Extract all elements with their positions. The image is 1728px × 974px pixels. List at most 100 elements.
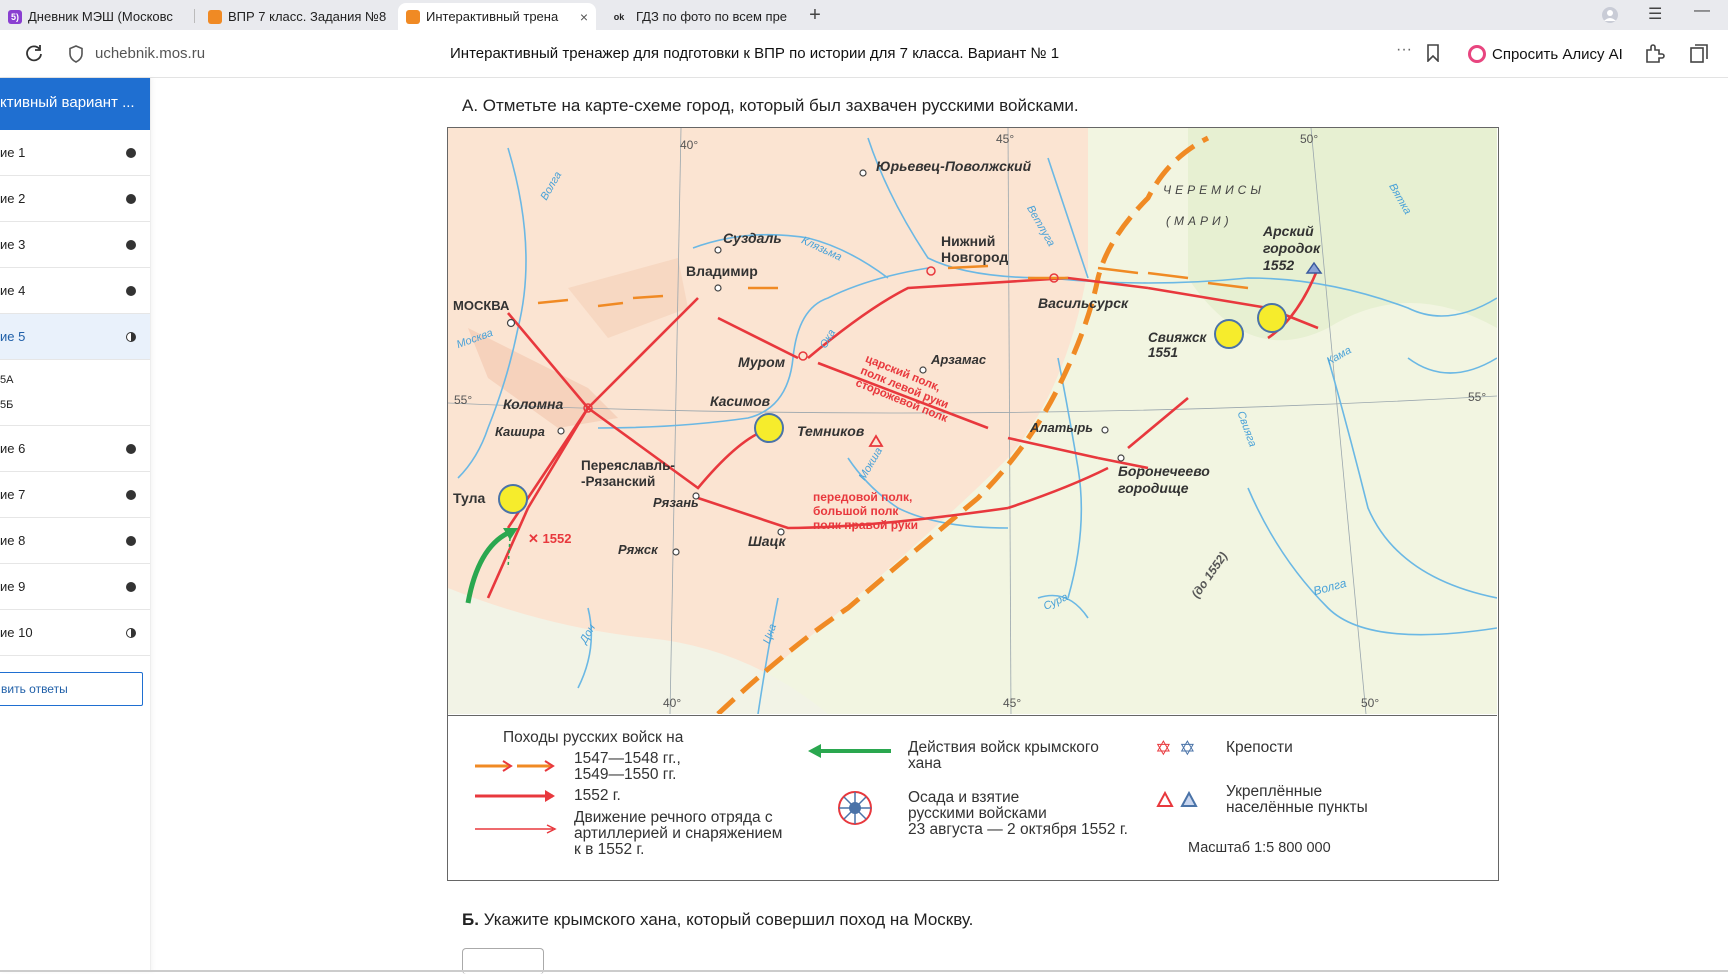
shield-icon[interactable] (68, 45, 84, 68)
sidebar-item-label: ие 9 (0, 579, 26, 594)
extensions-icon[interactable] (1643, 42, 1665, 69)
legend-fortress-icon: ✡ ✡ (1155, 738, 1196, 760)
map-label-yuryevets: Юрьевец-Поволжский (876, 158, 1032, 174)
svg-text:✡: ✡ (1155, 738, 1172, 760)
ask-alice-label: Спросить Алису AI (1492, 45, 1623, 63)
question-b-prefix: Б. (462, 910, 479, 929)
map-scheme: МОСКВА Коломна Кашира Тула Переяславль- … (447, 127, 1499, 881)
legend-green-arrow-icon (808, 744, 891, 758)
sidebar-header[interactable]: ктивный вариант ... (0, 78, 150, 130)
grid-label-40-top: 40° (680, 138, 699, 152)
sidebar-item-label: ие 10 (0, 625, 33, 640)
url-host[interactable]: uchebnik.mos.ru (95, 45, 205, 62)
map-label-alatyr: Алатырь (1030, 420, 1094, 435)
sidebar-item-task-9[interactable]: ие 9 (0, 564, 150, 610)
map-legend: Походы русских войск на 1547—1548 гг., 1… (448, 715, 1497, 879)
sidebar-item-task-2[interactable]: ие 2 (0, 176, 150, 222)
map-label-regiments-2: передовой полк, большой полк полк правой… (813, 490, 918, 532)
tab-interactive-trainer[interactable]: Интерактивный трена × (398, 3, 596, 30)
map-label-arzamas: Арзамас (931, 352, 987, 367)
sidebar-item-task-4[interactable]: ие 4 (0, 268, 150, 314)
status-dot-icon (126, 490, 136, 500)
grid-label-50-top: 50° (1300, 132, 1319, 146)
address-bar: uchebnik.mos.ru Интерактивный тренажер д… (0, 30, 1728, 78)
legend-period-1: 1547—1548 гг., 1549—1550 гг. (574, 750, 681, 783)
map-label-suzdal: Суздаль (723, 230, 782, 246)
status-dot-icon (126, 286, 136, 296)
ok-favicon-icon: ok (613, 11, 625, 22)
dnevnik-favicon-icon: 5) (8, 9, 22, 24)
map-area[interactable]: МОСКВА Коломна Кашира Тула Переяславль- … (448, 128, 1497, 714)
legend-fortified: Укреплённые населённые пункты (1226, 783, 1368, 816)
map-label-temnikov: Темников (797, 423, 865, 439)
status-dot-icon (126, 148, 136, 158)
page-title[interactable]: Интерактивный тренажер для подготовки к … (450, 45, 1059, 62)
sidebar-item-task-10[interactable]: ие 10 (0, 610, 150, 656)
grid-label-55-right: 55° (1468, 390, 1487, 404)
more-icon[interactable]: ··· (1396, 41, 1412, 59)
legend-fortress: Крепости (1226, 739, 1293, 756)
map-label-cheremisy: ЧЕРЕМИСЫ (1163, 183, 1265, 197)
sidebar-item-label: ие 8 (0, 533, 26, 548)
sidebar-item-task-7[interactable]: ие 7 (0, 472, 150, 518)
map-label-boroncheevo: Боронечеево городище (1118, 463, 1210, 496)
sidebar-subitem-5a[interactable]: 5А (0, 368, 150, 393)
map-label-kasimov: Касимов (710, 393, 771, 409)
legend-crimean: Действия войск крымского хана (908, 739, 1099, 772)
minimize-icon[interactable]: — (1694, 2, 1710, 20)
book-favicon-icon (406, 9, 420, 24)
tab-gdz[interactable]: ok ГДЗ по фото по всем пре, (600, 3, 796, 30)
reload-icon[interactable] (24, 43, 44, 68)
new-tab-button[interactable]: + (804, 5, 826, 27)
legend-fortified-icon (1156, 790, 1198, 807)
city-marker-sviyazhsk (1214, 319, 1244, 349)
grid-label-45-bottom: 45° (1003, 696, 1022, 710)
sidebar-subitems: 5А 5Б (0, 360, 150, 426)
status-dot-icon (126, 444, 136, 454)
tab-label: Дневник МЭШ (Московс (28, 9, 173, 24)
sidebar-item-task-1[interactable]: ие 1 (0, 130, 150, 176)
svg-text:✡: ✡ (1179, 738, 1196, 760)
sidebar-subitem-5b[interactable]: 5Б (0, 393, 150, 418)
city-marker-arsk (1257, 303, 1287, 333)
menu-icon[interactable]: ☰ (1648, 4, 1662, 24)
map-label-tula: Тула (453, 490, 486, 506)
collections-icon[interactable] (1688, 42, 1710, 69)
submit-answers-button[interactable]: вить ответы (0, 672, 143, 706)
map-label-kolomna: Коломна (503, 396, 564, 412)
tab-vpr[interactable]: ВПР 7 класс. Задания №8 (200, 3, 396, 30)
tab-dnevnik[interactable]: 5) Дневник МЭШ (Московс (0, 3, 190, 30)
profile-icon[interactable] (1601, 6, 1619, 27)
map-label-shatsk: Шацк (748, 533, 786, 549)
status-half-icon (126, 628, 136, 638)
map-label-kashira: Кашира (495, 424, 545, 439)
tab-label: Интерактивный трена (426, 9, 559, 24)
sidebar-item-task-8[interactable]: ие 8 (0, 518, 150, 564)
tab-label: ГДЗ по фото по всем пре, (636, 9, 788, 24)
legend-red-arrow-icon (475, 790, 555, 802)
map-label-mari: (МАРИ) (1166, 214, 1233, 228)
alice-icon (1468, 45, 1486, 63)
city-marker-kasimov (754, 413, 784, 443)
legend-title: Походы русских войск на (503, 729, 684, 746)
sidebar-item-task-5[interactable]: ие 5 (0, 314, 150, 360)
ask-alice-button[interactable]: Спросить Алису AI (1462, 39, 1631, 69)
map-label-vasilsursk: Васильсурск (1038, 295, 1129, 311)
sidebar-item-task-3[interactable]: ие 3 (0, 222, 150, 268)
legend-thin-arrow-icon (475, 824, 557, 834)
book-favicon-icon (208, 9, 222, 24)
status-half-icon (126, 332, 136, 342)
sidebar-item-label: ие 5 (0, 329, 26, 344)
legend-orange-arrow-icon (475, 760, 555, 772)
map-label-pereyaslavl: Переяславль- -Рязанский (581, 458, 675, 489)
task-sidebar: ктивный вариант ... ие 1 ие 2 ие 3 ие 4 … (0, 78, 151, 972)
question-b-text: Б. Укажите крымского хана, который совер… (462, 910, 973, 930)
bookmark-icon[interactable] (1426, 44, 1440, 67)
sidebar-item-label: ие 7 (0, 487, 26, 502)
close-tab-icon[interactable]: × (580, 9, 588, 25)
tab-strip: 5) Дневник МЭШ (Московс ВПР 7 класс. Зад… (0, 0, 1728, 30)
legend-siege: Осада и взятие русскими войсками 23 авгу… (908, 789, 1128, 838)
status-dot-icon (126, 582, 136, 592)
sidebar-item-task-6[interactable]: ие 6 (0, 426, 150, 472)
status-dot-icon (126, 536, 136, 546)
